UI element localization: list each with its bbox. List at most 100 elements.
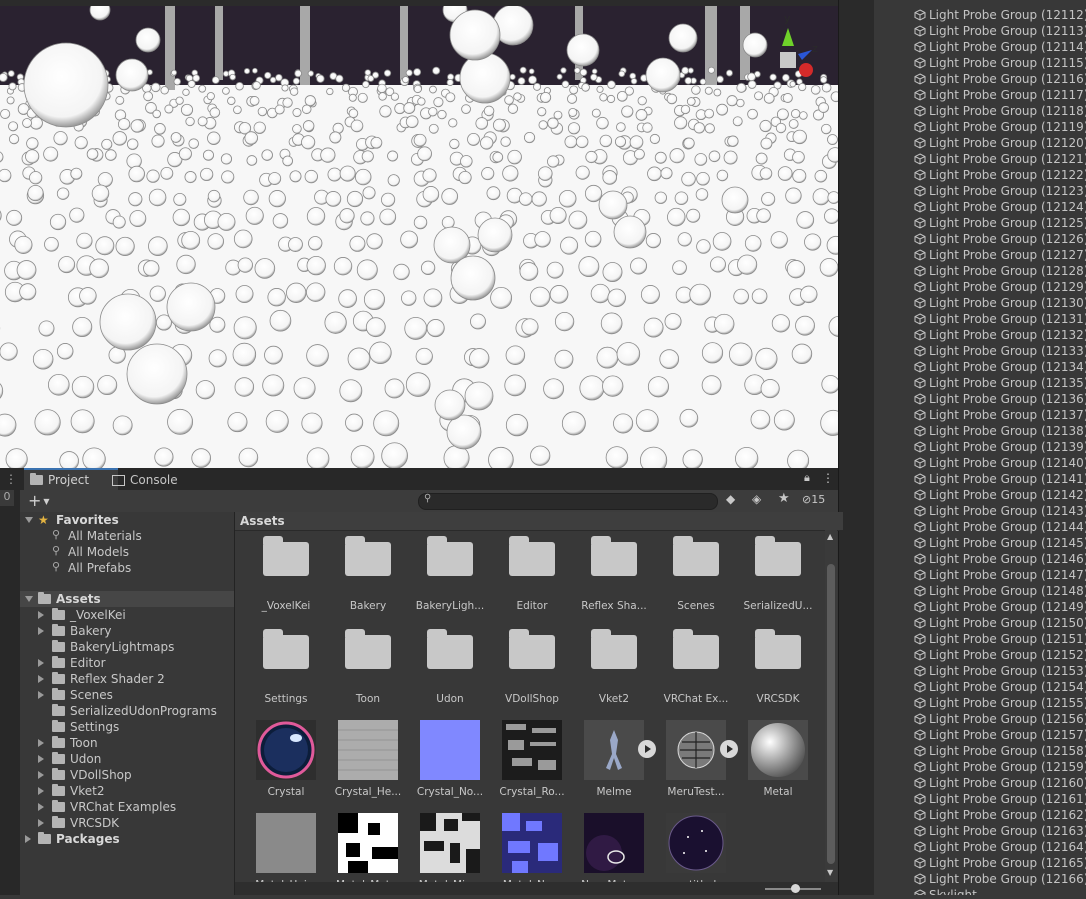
hierarchy-item[interactable]: Light Probe Group (12124): [914, 199, 1086, 215]
asset-tile[interactable]: Melme: [574, 716, 656, 806]
grid-breadcrumb[interactable]: Assets: [235, 512, 843, 531]
asset-folder-tile[interactable]: Settings: [246, 623, 326, 713]
asset-tile[interactable]: Crystal_No...: [410, 716, 490, 806]
scroll-down-icon[interactable]: ▼: [827, 868, 833, 877]
hierarchy-item[interactable]: Light Probe Group (12112): [914, 7, 1086, 23]
hierarchy-item[interactable]: Light Probe Group (12117): [914, 87, 1086, 103]
hierarchy-item[interactable]: Light Probe Group (12130): [914, 295, 1086, 311]
play-icon[interactable]: [638, 740, 656, 758]
asset-folder-tile[interactable]: Vket2: [574, 623, 654, 713]
hierarchy-item[interactable]: Light Probe Group (12115): [914, 55, 1086, 71]
expand-arrow-icon[interactable]: [25, 596, 33, 602]
asset-tile[interactable]: Crystal_Ro...: [492, 716, 572, 806]
asset-folder-tile[interactable]: Udon: [410, 623, 490, 713]
hierarchy-item[interactable]: Light Probe Group (12143): [914, 503, 1086, 519]
zoom-slider[interactable]: [765, 884, 821, 893]
hierarchy-item[interactable]: Light Probe Group (12149): [914, 599, 1086, 615]
expand-arrow-icon[interactable]: [25, 517, 33, 523]
hierarchy-item[interactable]: Light Probe Group (12140): [914, 455, 1086, 471]
hierarchy-item[interactable]: Light Probe Group (12159): [914, 759, 1086, 775]
hierarchy-item[interactable]: Light Probe Group (12153): [914, 663, 1086, 679]
scene-view[interactable]: y z: [0, 0, 838, 468]
hierarchy-item[interactable]: Light Probe Group (12165): [914, 855, 1086, 871]
hierarchy-item[interactable]: Light Probe Group (12126): [914, 231, 1086, 247]
menu-dots-icon[interactable]: ⋮: [5, 472, 17, 486]
asset-tile[interactable]: Crystal: [246, 716, 326, 806]
filter-by-type-icon[interactable]: ◆: [726, 492, 735, 506]
hierarchy-item[interactable]: Light Probe Group (12129): [914, 279, 1086, 295]
hierarchy-item[interactable]: Light Probe Group (12122): [914, 167, 1086, 183]
hierarchy-item[interactable]: Light Probe Group (12152): [914, 647, 1086, 663]
hierarchy-item[interactable]: Light Probe Group (12158): [914, 743, 1086, 759]
expand-arrow-icon[interactable]: [38, 675, 44, 683]
expand-arrow-icon[interactable]: [38, 739, 44, 747]
hierarchy-item[interactable]: Light Probe Group (12155): [914, 695, 1086, 711]
hierarchy-item[interactable]: Light Probe Group (12142): [914, 487, 1086, 503]
vertical-scrollbar[interactable]: ▲ ▼: [825, 530, 837, 882]
expand-arrow-icon[interactable]: [38, 787, 44, 795]
hierarchy-item[interactable]: Light Probe Group (12113): [914, 23, 1086, 39]
create-button[interactable]: + ▼: [28, 491, 50, 510]
hierarchy-item[interactable]: Light Probe Group (12145): [914, 535, 1086, 551]
zoom-slider-thumb[interactable]: [791, 884, 800, 893]
hierarchy-item[interactable]: Light Probe Group (12150): [914, 615, 1086, 631]
hierarchy-item[interactable]: Light Probe Group (12120): [914, 135, 1086, 151]
hierarchy-item[interactable]: Light Probe Group (12132): [914, 327, 1086, 343]
hierarchy-item[interactable]: Light Probe Group (12166): [914, 871, 1086, 887]
hierarchy-item[interactable]: Light Probe Group (12131): [914, 311, 1086, 327]
asset-folder-tile[interactable]: BakeryLigh...: [410, 530, 490, 620]
hierarchy-item[interactable]: Light Probe Group (12161): [914, 791, 1086, 807]
expand-arrow-icon[interactable]: [38, 755, 44, 763]
hierarchy-item[interactable]: Light Probe Group (12148): [914, 583, 1086, 599]
hierarchy-item[interactable]: Light Probe Group (12121): [914, 151, 1086, 167]
hierarchy-item[interactable]: Light Probe Group (12139): [914, 439, 1086, 455]
hierarchy-item[interactable]: Light Probe Group (12151): [914, 631, 1086, 647]
expand-arrow-icon[interactable]: [25, 835, 31, 843]
tree-assets[interactable]: Assets: [20, 591, 234, 607]
hierarchy-item[interactable]: Light Probe Group (12157): [914, 727, 1086, 743]
hierarchy-item[interactable]: Light Probe Group (12136): [914, 391, 1086, 407]
hierarchy-item[interactable]: Light Probe Group (12163): [914, 823, 1086, 839]
hierarchy-item[interactable]: Light Probe Group (12134): [914, 359, 1086, 375]
asset-folder-tile[interactable]: Toon: [328, 623, 408, 713]
hierarchy-item[interactable]: Light Probe Group (12119): [914, 119, 1086, 135]
hidden-packages-toggle[interactable]: ⊘15: [802, 493, 825, 506]
expand-arrow-icon[interactable]: [38, 771, 44, 779]
expand-arrow-icon[interactable]: [38, 627, 44, 635]
hierarchy-item[interactable]: Light Probe Group (12118): [914, 103, 1086, 119]
hierarchy-item[interactable]: Light Probe Group (12138): [914, 423, 1086, 439]
hierarchy-item[interactable]: Light Probe Group (12133): [914, 343, 1086, 359]
expand-arrow-icon[interactable]: [38, 819, 44, 827]
scroll-up-icon[interactable]: ▲: [827, 532, 833, 541]
favorites-star-icon[interactable]: ★: [778, 491, 790, 506]
asset-folder-tile[interactable]: Editor: [492, 530, 572, 620]
asset-folder-tile[interactable]: Bakery: [328, 530, 408, 620]
hierarchy-item[interactable]: Light Probe Group (12141): [914, 471, 1086, 487]
hierarchy-item[interactable]: Light Probe Group (12116): [914, 71, 1086, 87]
tab-console[interactable]: Console: [106, 470, 190, 490]
expand-arrow-icon[interactable]: [38, 803, 44, 811]
scrollbar-thumb[interactable]: [827, 564, 835, 864]
hierarchy-item[interactable]: Light Probe Group (12128): [914, 263, 1086, 279]
hierarchy-item[interactable]: Skylight: [914, 887, 977, 895]
play-icon[interactable]: [720, 740, 738, 758]
filter-by-label-icon[interactable]: ◈: [752, 492, 761, 506]
asset-folder-tile[interactable]: VRChat Ex...: [656, 623, 736, 713]
expand-arrow-icon[interactable]: [38, 611, 44, 619]
asset-folder-tile[interactable]: SerializedU...: [738, 530, 818, 620]
panel-splitter[interactable]: [838, 0, 875, 895]
hierarchy-item[interactable]: Light Probe Group (12137): [914, 407, 1086, 423]
hierarchy-item[interactable]: Light Probe Group (12154): [914, 679, 1086, 695]
hierarchy-item[interactable]: Light Probe Group (12162): [914, 807, 1086, 823]
lock-icon[interactable]: 🔒︎: [804, 471, 810, 485]
search-input[interactable]: ⚲: [418, 493, 718, 510]
hierarchy-item[interactable]: Light Probe Group (12144): [914, 519, 1086, 535]
asset-folder-tile[interactable]: VDollShop: [492, 623, 572, 713]
hierarchy-item[interactable]: Light Probe Group (12164): [914, 839, 1086, 855]
hierarchy-item[interactable]: Light Probe Group (12135): [914, 375, 1086, 391]
expand-arrow-icon[interactable]: [38, 659, 44, 667]
asset-tile[interactable]: Metal: [738, 716, 818, 806]
expand-arrow-icon[interactable]: [38, 691, 44, 699]
asset-folder-tile[interactable]: _VoxelKei: [246, 530, 326, 620]
tab-project[interactable]: Project: [24, 468, 118, 490]
